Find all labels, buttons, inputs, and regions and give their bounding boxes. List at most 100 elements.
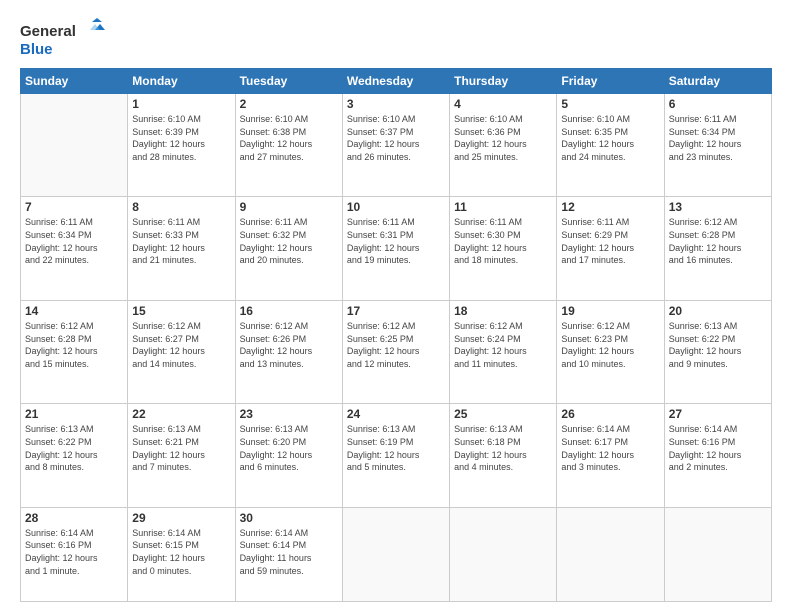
day-info: Sunrise: 6:13 AMSunset: 6:20 PMDaylight:… [240, 423, 338, 473]
calendar-cell: 18 Sunrise: 6:12 AMSunset: 6:24 PMDayligh… [450, 300, 557, 403]
day-info: Sunrise: 6:11 AMSunset: 6:32 PMDaylight:… [240, 216, 338, 266]
day-number: 15 [132, 304, 230, 318]
day-number: 19 [561, 304, 659, 318]
day-number: 8 [132, 200, 230, 214]
day-number: 3 [347, 97, 445, 111]
day-number: 2 [240, 97, 338, 111]
day-info: Sunrise: 6:11 AMSunset: 6:34 PMDaylight:… [25, 216, 123, 266]
day-info: Sunrise: 6:13 AMSunset: 6:22 PMDaylight:… [669, 320, 767, 370]
calendar-dow-thursday: Thursday [450, 69, 557, 94]
calendar-table: SundayMondayTuesdayWednesdayThursdayFrid… [20, 68, 772, 602]
calendar-dow-wednesday: Wednesday [342, 69, 449, 94]
day-number: 22 [132, 407, 230, 421]
calendar-week-row: 28 Sunrise: 6:14 AMSunset: 6:16 PMDayligh… [21, 507, 772, 601]
calendar-cell: 14 Sunrise: 6:12 AMSunset: 6:28 PMDayligh… [21, 300, 128, 403]
day-number: 26 [561, 407, 659, 421]
day-info: Sunrise: 6:11 AMSunset: 6:34 PMDaylight:… [669, 113, 767, 163]
calendar-cell: 9 Sunrise: 6:11 AMSunset: 6:32 PMDaylight… [235, 197, 342, 300]
day-info: Sunrise: 6:11 AMSunset: 6:29 PMDaylight:… [561, 216, 659, 266]
day-info: Sunrise: 6:13 AMSunset: 6:19 PMDaylight:… [347, 423, 445, 473]
logo: General Blue [20, 18, 110, 60]
day-info: Sunrise: 6:14 AMSunset: 6:17 PMDaylight:… [561, 423, 659, 473]
day-number: 17 [347, 304, 445, 318]
day-number: 9 [240, 200, 338, 214]
calendar-dow-saturday: Saturday [664, 69, 771, 94]
calendar-cell: 23Sunrise: 6:13 AMSunset: 6:20 PMDayligh… [235, 404, 342, 507]
day-number: 6 [669, 97, 767, 111]
day-number: 7 [25, 200, 123, 214]
calendar-cell: 30Sunrise: 6:14 AMSunset: 6:14 PMDayligh… [235, 507, 342, 601]
calendar-cell: 25 Sunrise: 6:13 AMSunset: 6:18 PMDayligh… [450, 404, 557, 507]
day-number: 29 [132, 511, 230, 525]
day-info: Sunrise: 6:10 AMSunset: 6:35 PMDaylight:… [561, 113, 659, 163]
calendar-cell: 13Sunrise: 6:12 AMSunset: 6:28 PMDayligh… [664, 197, 771, 300]
day-info: Sunrise: 6:12 AMSunset: 6:24 PMDaylight:… [454, 320, 552, 370]
day-number: 4 [454, 97, 552, 111]
calendar-dow-sunday: Sunday [21, 69, 128, 94]
header: General Blue [20, 18, 772, 60]
calendar-cell: 16Sunrise: 6:12 AMSunset: 6:26 PMDayligh… [235, 300, 342, 403]
calendar-cell [21, 94, 128, 197]
calendar-cell: 20 Sunrise: 6:13 AMSunset: 6:22 PMDayligh… [664, 300, 771, 403]
calendar-cell: 8 Sunrise: 6:11 AMSunset: 6:33 PMDaylight… [128, 197, 235, 300]
day-number: 12 [561, 200, 659, 214]
day-number: 11 [454, 200, 552, 214]
day-number: 20 [669, 304, 767, 318]
day-info: Sunrise: 6:10 AMSunset: 6:37 PMDaylight:… [347, 113, 445, 163]
calendar-cell: 5Sunrise: 6:10 AMSunset: 6:35 PMDaylight… [557, 94, 664, 197]
calendar-week-row: 1 Sunrise: 6:10 AMSunset: 6:39 PMDaylight… [21, 94, 772, 197]
calendar-week-row: 14 Sunrise: 6:12 AMSunset: 6:28 PMDayligh… [21, 300, 772, 403]
day-number: 24 [347, 407, 445, 421]
day-info: Sunrise: 6:11 AMSunset: 6:30 PMDaylight:… [454, 216, 552, 266]
calendar-cell: 7 Sunrise: 6:11 AMSunset: 6:34 PMDaylight… [21, 197, 128, 300]
calendar-cell: 12 Sunrise: 6:11 AMSunset: 6:29 PMDayligh… [557, 197, 664, 300]
calendar-week-row: 21 Sunrise: 6:13 AMSunset: 6:22 PMDayligh… [21, 404, 772, 507]
calendar-cell [664, 507, 771, 601]
calendar-cell: 11 Sunrise: 6:11 AMSunset: 6:30 PMDayligh… [450, 197, 557, 300]
day-info: Sunrise: 6:14 AMSunset: 6:16 PMDaylight:… [669, 423, 767, 473]
calendar-cell [557, 507, 664, 601]
calendar-cell: 21 Sunrise: 6:13 AMSunset: 6:22 PMDayligh… [21, 404, 128, 507]
day-info: Sunrise: 6:10 AMSunset: 6:39 PMDaylight:… [132, 113, 230, 163]
svg-text:General: General [20, 23, 76, 40]
svg-text:Blue: Blue [20, 41, 53, 58]
calendar-cell: 26 Sunrise: 6:14 AMSunset: 6:17 PMDayligh… [557, 404, 664, 507]
day-info: Sunrise: 6:13 AMSunset: 6:18 PMDaylight:… [454, 423, 552, 473]
day-number: 25 [454, 407, 552, 421]
calendar-cell: 2Sunrise: 6:10 AMSunset: 6:38 PMDaylight… [235, 94, 342, 197]
calendar-cell: 27 Sunrise: 6:14 AMSunset: 6:16 PMDayligh… [664, 404, 771, 507]
day-info: Sunrise: 6:11 AMSunset: 6:31 PMDaylight:… [347, 216, 445, 266]
day-info: Sunrise: 6:14 AMSunset: 6:14 PMDaylight:… [240, 527, 338, 577]
calendar-cell: 17 Sunrise: 6:12 AMSunset: 6:25 PMDayligh… [342, 300, 449, 403]
day-number: 1 [132, 97, 230, 111]
day-info: Sunrise: 6:12 AMSunset: 6:27 PMDaylight:… [132, 320, 230, 370]
calendar-dow-monday: Monday [128, 69, 235, 94]
calendar-cell: 6 Sunrise: 6:11 AMSunset: 6:34 PMDaylight… [664, 94, 771, 197]
day-number: 27 [669, 407, 767, 421]
day-info: Sunrise: 6:12 AMSunset: 6:25 PMDaylight:… [347, 320, 445, 370]
day-info: Sunrise: 6:12 AMSunset: 6:28 PMDaylight:… [669, 216, 767, 266]
day-info: Sunrise: 6:12 AMSunset: 6:23 PMDaylight:… [561, 320, 659, 370]
day-info: Sunrise: 6:12 AMSunset: 6:28 PMDaylight:… [25, 320, 123, 370]
day-info: Sunrise: 6:13 AMSunset: 6:22 PMDaylight:… [25, 423, 123, 473]
calendar-cell: 19 Sunrise: 6:12 AMSunset: 6:23 PMDayligh… [557, 300, 664, 403]
day-number: 10 [347, 200, 445, 214]
calendar-week-row: 7 Sunrise: 6:11 AMSunset: 6:34 PMDaylight… [21, 197, 772, 300]
logo-svg: General Blue [20, 18, 110, 60]
day-number: 28 [25, 511, 123, 525]
calendar-dow-friday: Friday [557, 69, 664, 94]
calendar-cell: 4Sunrise: 6:10 AMSunset: 6:36 PMDaylight… [450, 94, 557, 197]
day-number: 21 [25, 407, 123, 421]
calendar-header-row: SundayMondayTuesdayWednesdayThursdayFrid… [21, 69, 772, 94]
day-number: 16 [240, 304, 338, 318]
day-info: Sunrise: 6:13 AMSunset: 6:21 PMDaylight:… [132, 423, 230, 473]
calendar-cell [450, 507, 557, 601]
calendar-dow-tuesday: Tuesday [235, 69, 342, 94]
calendar-cell: 29Sunrise: 6:14 AMSunset: 6:15 PMDayligh… [128, 507, 235, 601]
day-info: Sunrise: 6:11 AMSunset: 6:33 PMDaylight:… [132, 216, 230, 266]
day-number: 18 [454, 304, 552, 318]
calendar-cell: 24 Sunrise: 6:13 AMSunset: 6:19 PMDayligh… [342, 404, 449, 507]
calendar-cell: 22 Sunrise: 6:13 AMSunset: 6:21 PMDayligh… [128, 404, 235, 507]
day-info: Sunrise: 6:14 AMSunset: 6:16 PMDaylight:… [25, 527, 123, 577]
day-number: 14 [25, 304, 123, 318]
